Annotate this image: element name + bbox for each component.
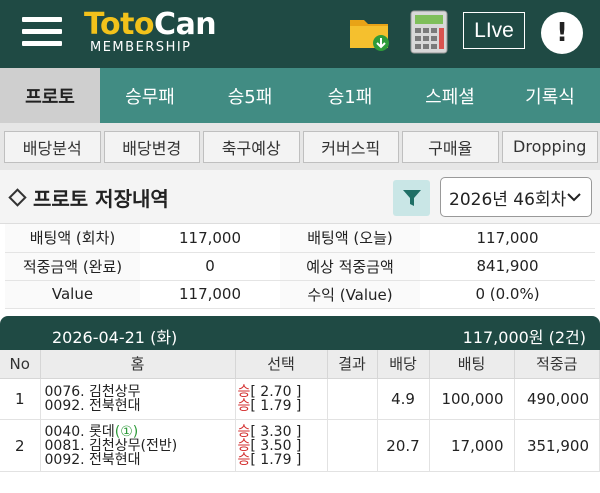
calculator-icon[interactable] (410, 10, 448, 54)
logo-toto: Toto (84, 7, 155, 42)
date-bar[interactable]: 2026-04-21 (화) 117,000원 (2건) (0, 315, 600, 350)
pick-label: 승 (237, 398, 251, 414)
soccer-prediction-button[interactable]: 축구예상 (203, 130, 300, 163)
game-line: 0081. 김천상무(전반) (44, 437, 178, 454)
summary-value: 0 (140, 252, 280, 281)
summary-label: 예상 적중금액 (280, 252, 420, 281)
tab-proto[interactable]: 프로토 (0, 68, 100, 123)
bet-number: 2 (0, 419, 41, 472)
game-line: 0076. 김천상무 (44, 384, 141, 400)
pick-odds: [ 1.79 ] (250, 451, 302, 468)
bet-amount: 100,000 (429, 378, 515, 420)
column-header: 배팅 (429, 349, 515, 379)
filter-icon (402, 190, 421, 206)
summary-label: 배팅액 (회차) (5, 224, 140, 253)
column-header: 선택 (235, 349, 328, 379)
folder-download-icon[interactable] (348, 14, 392, 52)
bet-date: 2026-04-21 (화) (52, 327, 178, 347)
bet-odds: 20.7 (377, 419, 430, 472)
bet-games: 0076. 김천상무 0092. 전북현대 (40, 378, 236, 420)
game-line: 0092. 전북현대 (44, 451, 141, 468)
bet-payout: 351,900 (514, 419, 600, 472)
cover-pick-button[interactable]: 커버스픽 (302, 130, 399, 163)
bet-picks: 승[ 2.70 ] 승[ 1.79 ] (235, 378, 328, 420)
bet-picks: 승[ 3.30 ] 승[ 3.50 ] 승[ 1.79 ] (235, 419, 328, 472)
bet-odds: 4.9 (377, 378, 430, 420)
bet-games: 0040. 롯데(①) 0081. 김천상무(전반) 0092. 전북현대 (40, 419, 236, 472)
round-select-value: 2026년 46회차 (449, 189, 567, 210)
tab-win5[interactable]: 승5패 (200, 68, 300, 123)
column-header: 홈 (40, 349, 236, 379)
diamond-icon (8, 188, 27, 207)
summary-label: 배팅액 (오늘) (280, 224, 420, 253)
purchase-rate-button[interactable]: 구매율 (402, 130, 499, 163)
pick-label: 승 (237, 451, 251, 468)
round-select[interactable]: 2026년 46회차 (440, 177, 592, 217)
bet-result (327, 419, 378, 472)
bet-result (327, 378, 378, 420)
table-row[interactable]: 2 0040. 롯데(①) 0081. 김천상무(전반) 0092. 전북현대 … (0, 419, 600, 472)
summary-row: 배팅액 (회차) 117,000 배팅액 (오늘) 117,000 (5, 224, 595, 253)
top-bar: TotoCan MEMBERSHIP LIve ! (0, 0, 600, 68)
bet-amount: 17,000 (429, 419, 515, 472)
summary-value: 117,000 (140, 224, 280, 253)
table-row[interactable]: 1 0076. 김천상무 0092. 전북현대 승[ 2.70 ] 승[ 1.7… (0, 378, 600, 420)
summary-row: Value 117,000 수익 (Value) 0 (0.0%) (5, 280, 595, 309)
column-header: 배당 (377, 349, 430, 379)
odds-analysis-button[interactable]: 배당분석 (4, 130, 101, 163)
table-header-row: No 홈 선택 결과 배당 배팅 적중금 (0, 349, 600, 379)
column-header: 결과 (327, 349, 378, 379)
filter-button[interactable] (393, 180, 430, 216)
summary-label: 수익 (Value) (280, 280, 420, 309)
main-nav: 프로토 승무패 승5패 승1패 스페셜 기록식 (0, 68, 600, 123)
summary-label: Value (5, 280, 140, 309)
summary-table: 배팅액 (회차) 117,000 배팅액 (오늘) 117,000 적중금액 (… (5, 224, 595, 309)
menu-icon[interactable] (22, 17, 62, 47)
bet-payout: 490,000 (514, 378, 600, 420)
chevron-down-icon (567, 193, 581, 202)
odds-change-button[interactable]: 배당변경 (103, 130, 200, 163)
tab-special[interactable]: 스페셜 (400, 68, 500, 123)
page-title-text: 프로토 저장내역 (33, 187, 169, 211)
bet-total-amount: 117,000원 (2건) (462, 327, 586, 347)
logo[interactable]: TotoCan MEMBERSHIP (84, 7, 217, 56)
section-header: 프로토 저장내역 2026년 46회차 (0, 170, 600, 224)
tab-win-draw-lose[interactable]: 승무패 (100, 68, 200, 123)
summary-label: 적중금액 (완료) (5, 252, 140, 281)
summary-value: 117,000 (140, 280, 280, 309)
sub-nav: 배당분석 배당변경 축구예상 커버스픽 구매율 Dropping (0, 123, 600, 170)
logo-can: Can (154, 7, 217, 42)
summary-row: 적중금액 (완료) 0 예상 적중금액 841,900 (5, 252, 595, 281)
logo-subtitle: MEMBERSHIP (90, 40, 192, 55)
tab-record[interactable]: 기록식 (500, 68, 600, 123)
live-button[interactable]: LIve (463, 12, 525, 49)
summary-value: 841,900 (420, 252, 595, 281)
column-header: 적중금 (514, 349, 600, 379)
pick-odds: [ 1.79 ] (250, 398, 302, 414)
summary-value: 117,000 (420, 224, 595, 253)
summary-value: 0 (0.0%) (420, 280, 595, 309)
bets-table: No 홈 선택 결과 배당 배팅 적중금 1 0076. 김천상무 0092. … (0, 349, 600, 472)
tab-win1[interactable]: 승1패 (300, 68, 400, 123)
info-button[interactable]: ! (541, 12, 583, 54)
page-title: 프로토 저장내역 (8, 183, 169, 212)
game-line: 0092. 전북현대 (44, 398, 141, 414)
dropping-button[interactable]: Dropping (501, 130, 598, 163)
column-header: No (0, 349, 41, 379)
bet-number: 1 (0, 378, 41, 420)
